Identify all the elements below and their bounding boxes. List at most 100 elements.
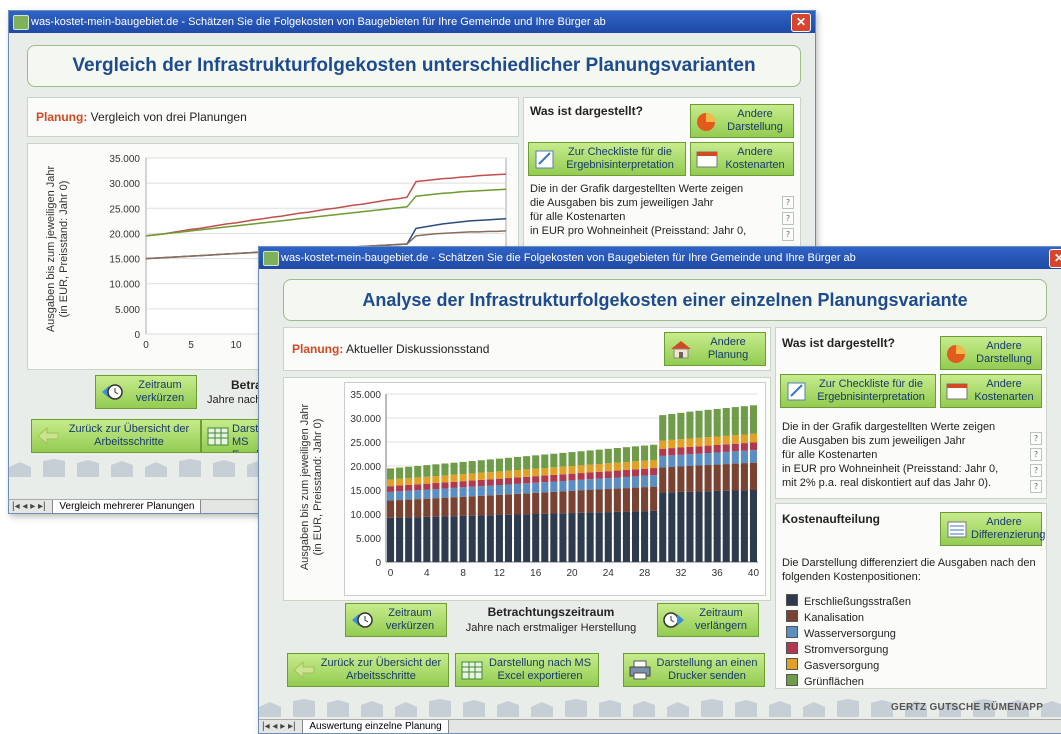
bar-segment — [541, 454, 549, 469]
bar-segment — [559, 474, 567, 481]
x-tick-label: 4 — [424, 568, 430, 579]
back-zurueck-button[interactable]: Zurück zur Übersicht der Arbeitsschritte — [31, 419, 201, 453]
bar-segment — [441, 475, 449, 483]
y-tick-label: 20.000 — [350, 462, 381, 473]
bar-segment — [486, 485, 494, 496]
arrow-left-icon — [293, 660, 315, 680]
bar-segment — [405, 478, 413, 485]
bar-segment — [577, 465, 585, 474]
bar-segment — [441, 516, 449, 562]
bar-segment — [495, 485, 503, 495]
help-icon[interactable]: ? — [782, 196, 794, 209]
close-icon[interactable]: ✕ — [791, 13, 811, 32]
bar-segment — [595, 512, 603, 562]
bar-segment — [704, 437, 712, 446]
front-andere-kostenarten-button[interactable]: Andere Kostenarten — [940, 374, 1042, 408]
bar-segment — [386, 500, 395, 518]
tab-nav-arrows[interactable]: |◂ ◂ ▸ ▸| — [9, 500, 46, 513]
bar-segment — [749, 462, 758, 490]
bar-segment — [568, 490, 576, 514]
bar-segment — [423, 516, 431, 562]
legend-item: Stromversorgung — [786, 642, 888, 656]
bar-segment — [677, 412, 685, 440]
legend-item: Wasserversorgung — [786, 626, 896, 640]
bar-segment — [532, 468, 540, 477]
help-icon[interactable]: ? — [1030, 464, 1042, 477]
bar-segment — [559, 466, 567, 475]
printer-icon — [629, 660, 651, 680]
bar-segment — [704, 491, 712, 562]
tab-auswertung[interactable]: Auswertung einzelne Planung — [302, 720, 449, 733]
bar-segment — [695, 410, 703, 438]
front-planung-label: Planung: — [292, 342, 344, 356]
bar-segment — [586, 472, 594, 480]
bar-segment — [631, 461, 640, 470]
bar-segment — [504, 478, 513, 485]
bar-segment — [631, 469, 640, 477]
front-zurueck-button[interactable]: Zurück zur Übersicht der Arbeitsschritte — [287, 653, 449, 687]
bar-segment — [677, 454, 685, 467]
brand-label: GERTZ GUTSCHE RÜMENAPP — [891, 702, 1044, 713]
bar-segment — [677, 439, 685, 448]
help-icon[interactable]: ? — [782, 212, 794, 225]
bar-segment — [423, 498, 431, 517]
help-icon[interactable]: ? — [1030, 448, 1042, 461]
y-tick-label: 10.000 — [350, 510, 381, 521]
bar-segment — [731, 463, 739, 491]
bar-segment — [604, 448, 612, 464]
bar-segment — [477, 495, 485, 516]
bar-segment — [459, 461, 467, 475]
x-tick-label: 0 — [143, 340, 149, 351]
bar-segment — [622, 488, 630, 512]
bar-segment — [468, 480, 476, 487]
bar-segment — [468, 515, 476, 562]
front-planung-panel: Planung: Aktueller Diskussionsstand Ande… — [283, 327, 771, 371]
front-andere-darstellung-button[interactable]: Andere Darstellung — [940, 336, 1042, 370]
bar-segment — [532, 476, 540, 483]
x-tick-label: 0 — [388, 568, 394, 579]
back-checkliste-button[interactable]: Zur Checkliste für die Ergebnisinterpret… — [528, 142, 686, 176]
bar-segment — [731, 435, 739, 444]
x-tick-label: 8 — [460, 568, 466, 579]
help-icon[interactable]: ? — [1030, 480, 1042, 493]
bar-segment — [523, 483, 531, 494]
andere-planung-button[interactable]: Andere Planung — [664, 332, 766, 366]
andere-differenzierung-button[interactable]: Andere Differenzierung — [940, 512, 1045, 546]
bar-segment — [595, 471, 603, 479]
excel-export-button[interactable]: Darstellung nach MS Excel exportieren — [455, 653, 599, 687]
help-icon[interactable]: ? — [1030, 432, 1042, 445]
back-andere-darstellung-button[interactable]: Andere Darstellung — [690, 104, 794, 138]
bar-segment — [450, 481, 458, 488]
bar-segment — [504, 484, 513, 495]
drucker-button[interactable]: Darstellung an einen Drucker senden — [623, 653, 765, 687]
bar-segment — [595, 478, 603, 490]
y-tick-label: 15.000 — [109, 255, 140, 266]
front-checkliste-button[interactable]: Zur Checkliste für die Ergebnisinterpret… — [780, 374, 936, 408]
bar-segment — [641, 487, 649, 512]
bar-segment — [568, 480, 576, 491]
y-tick-label: 30.000 — [109, 179, 140, 190]
tab-nav-arrows[interactable]: |◂ ◂ ▸ ▸| — [259, 720, 296, 733]
bar-segment — [541, 475, 549, 483]
zeitraum-verkuerzen-button[interactable]: Zeitraum verkürzen — [345, 603, 447, 637]
bar-segment — [595, 463, 603, 472]
bar-segment — [550, 474, 558, 482]
bar-segment — [468, 496, 476, 516]
bar-segment — [550, 453, 558, 468]
tab-vergleich[interactable]: Vergleich mehrerer Planungen — [52, 500, 202, 513]
bar-segment — [523, 514, 531, 562]
legend-item: Kanalisation — [786, 610, 864, 624]
help-icon[interactable]: ? — [782, 228, 794, 241]
back-excel-button[interactable]: Darste MS Excel — [201, 419, 265, 453]
back-info-panel: Was ist dargestellt? Andere Darstellung … — [523, 97, 801, 247]
back-zeitraum-verkuerzen-button[interactable]: Zeitraum verkürzen — [95, 375, 197, 409]
bar-segment — [432, 489, 440, 499]
zeitraum-verlaengern-button[interactable]: Zeitraum verlängern — [657, 603, 759, 637]
bar-segment — [477, 460, 485, 473]
bar-segment — [713, 452, 721, 465]
bar-segment — [686, 438, 694, 447]
close-icon[interactable]: ✕ — [1049, 249, 1061, 268]
bar-segment — [423, 476, 431, 484]
bar-segment — [641, 475, 649, 488]
back-andere-kostenarten-button[interactable]: Andere Kostenarten — [690, 142, 794, 176]
